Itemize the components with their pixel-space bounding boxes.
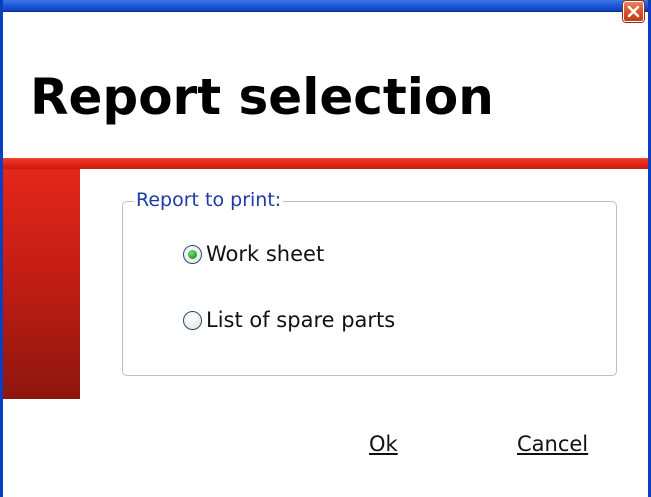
ok-button[interactable]: Ok [369,432,398,456]
report-options-legend: Report to print: [134,189,284,211]
dialog-heading: Report selection [30,68,494,126]
radio-option-work-sheet[interactable]: Work sheet [183,241,324,267]
divider [3,399,648,400]
radio-button-selected[interactable] [183,244,202,264]
radio-label: List of spare parts [206,308,396,332]
close-icon [627,5,640,18]
report-selection-dialog: Report selection Report to print: Work s… [0,0,651,497]
radio-button[interactable] [183,310,202,330]
side-accent-panel [3,169,80,399]
report-options-group [122,201,617,376]
cancel-button[interactable]: Cancel [517,432,588,456]
header-accent-bar [3,158,648,169]
radio-option-spare-parts[interactable]: List of spare parts [183,307,395,333]
title-bar [3,0,648,22]
radio-label: Work sheet [206,242,325,266]
close-button[interactable] [623,1,644,22]
